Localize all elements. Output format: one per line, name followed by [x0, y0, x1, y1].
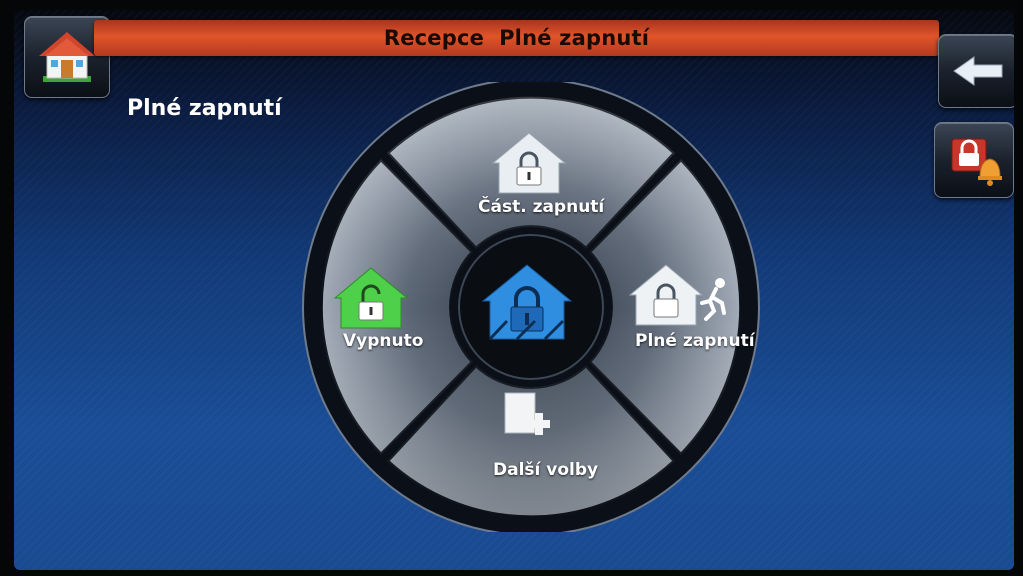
lock-bell-icon — [951, 138, 1002, 186]
page-title: Recepce Plné zapnutí — [383, 26, 650, 50]
house-icon — [39, 32, 95, 82]
dial-label-right: Plné zapnutí — [635, 331, 755, 351]
dial-label-top: Část. zapnutí — [478, 197, 605, 217]
page-heading: Plné zapnutí — [127, 96, 282, 121]
alarm-button[interactable] — [934, 122, 1014, 198]
screen: Recepce Plné zapnutí Plné zapnutí Část. … — [14, 10, 1014, 570]
dial-label-left: Vypnuto — [343, 331, 424, 351]
arrow-left-icon — [953, 56, 1003, 86]
back-button[interactable] — [938, 34, 1014, 108]
dial-label-bottom: Další volby — [493, 460, 599, 480]
mode-dial: Část. zapnutí Vypnuto Plné zapnutí Další… — [296, 78, 766, 536]
title-bar: Recepce Plné zapnutí — [94, 20, 939, 56]
